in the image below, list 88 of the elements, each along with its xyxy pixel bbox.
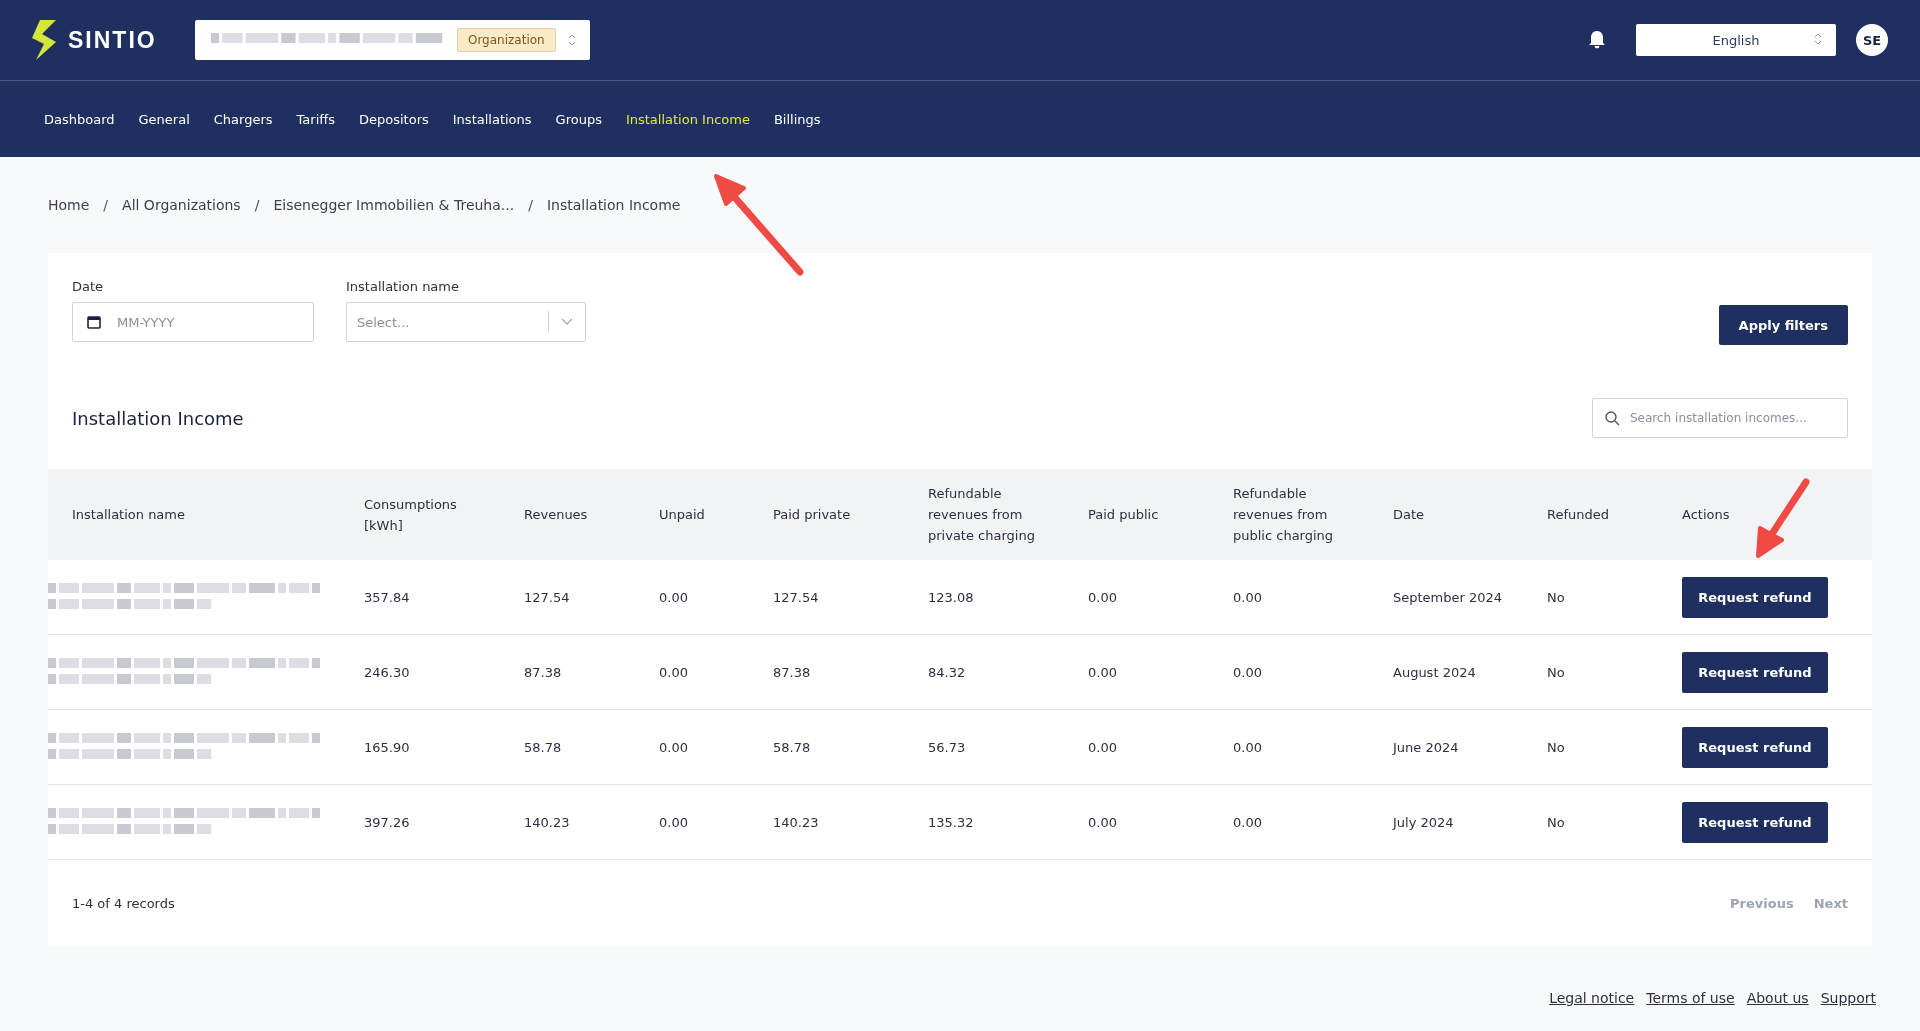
organization-badge: Organization <box>456 28 556 52</box>
breadcrumb-item: Installation Income <box>546 197 681 213</box>
footer-link[interactable]: Support <box>1820 990 1876 1006</box>
table-cell: No <box>1547 739 1565 755</box>
table-cell: 58.78 <box>524 739 562 755</box>
user-avatar[interactable]: SE <box>1856 24 1888 56</box>
table-cell: September 2024 <box>1393 589 1503 605</box>
table-cell: 84.32 <box>928 664 966 680</box>
calendar-icon <box>87 315 101 329</box>
nav-tab[interactable]: Installation Income <box>625 111 750 127</box>
breadcrumb-separator: / <box>528 197 533 213</box>
table-cell: No <box>1547 814 1565 830</box>
chevron-down-icon <box>561 318 573 326</box>
table-cell: 0.00 <box>659 589 688 605</box>
nav-tab[interactable]: Groups <box>555 111 602 127</box>
table-cell: July 2024 <box>1393 814 1454 830</box>
table-cell: 127.54 <box>773 589 819 605</box>
table-cell: 0.00 <box>659 664 688 680</box>
table-cell: 127.54 <box>524 589 570 605</box>
table-cell: 246.30 <box>364 664 410 680</box>
bell-icon[interactable] <box>1588 30 1606 50</box>
table-cell: 56.73 <box>928 739 966 755</box>
table-cell: 0.00 <box>659 739 688 755</box>
footer-link[interactable]: Legal notice <box>1549 990 1635 1006</box>
request-refund-button[interactable]: Request refund <box>1682 726 1828 768</box>
table-cell: 135.32 <box>928 814 974 830</box>
field-label: Date <box>72 279 105 294</box>
table-cell: 0.00 <box>1088 664 1117 680</box>
table-cell: 165.90 <box>364 739 410 755</box>
column-header: Installation name <box>48 469 364 560</box>
table-cell: 0.00 <box>1088 739 1117 755</box>
breadcrumb-separator: / <box>103 197 109 213</box>
request-refund-button[interactable]: Request refund <box>1682 651 1828 693</box>
table-cell: 0.00 <box>1233 739 1262 755</box>
table-cell: 0.00 <box>1088 589 1117 605</box>
column-header: Paid public <box>1088 469 1233 560</box>
table-cell: 87.38 <box>524 664 562 680</box>
nav-tab[interactable]: Dashboard <box>44 111 115 127</box>
organization-selector[interactable]: Organization <box>194 20 590 60</box>
table-cell: 0.00 <box>1233 814 1262 830</box>
request-refund-button[interactable]: Request refund <box>1682 801 1828 843</box>
breadcrumb-item[interactable]: All Organizations <box>122 197 241 213</box>
table-cell: 0.00 <box>659 814 688 830</box>
request-refund-button[interactable]: Request refund <box>1682 576 1828 618</box>
footer-link[interactable]: Terms of use <box>1646 990 1735 1006</box>
breadcrumb-item[interactable]: Home <box>48 197 90 213</box>
updown-icon <box>1814 33 1822 45</box>
search-icon <box>1605 410 1620 426</box>
column-header: Paid private <box>773 469 928 560</box>
column-header: Actions <box>1682 469 1872 560</box>
table-cell: 87.38 <box>773 664 811 680</box>
table-cell: No <box>1547 589 1565 605</box>
nav-tab[interactable]: General <box>138 111 190 127</box>
logo-text: SINTIO <box>68 26 157 54</box>
column-header: Consumptions [kWh] <box>364 469 524 560</box>
column-header: Refunded <box>1547 469 1682 560</box>
nav-tab[interactable]: Billings <box>773 111 821 127</box>
table-cell: 397.26 <box>364 814 410 830</box>
field-label: Installation name <box>346 279 460 294</box>
breadcrumb-item[interactable]: Eisenegger Immobilien & Treuha... <box>273 197 515 213</box>
nav-tab[interactable]: Installations <box>452 111 532 127</box>
nav-tab[interactable]: Chargers <box>213 111 273 127</box>
table-cell: June 2024 <box>1393 739 1459 755</box>
table-cell: 123.08 <box>928 589 974 605</box>
table-cell: 0.00 <box>1233 664 1262 680</box>
section-title: Installation Income <box>72 407 244 429</box>
records-count: 1-4 of 4 records <box>72 895 175 911</box>
logo-icon <box>32 20 58 60</box>
column-header: Refundable revenues from private charging <box>928 469 1088 560</box>
table-cell: 140.23 <box>773 814 819 830</box>
breadcrumb-separator: / <box>254 197 260 213</box>
nav-tab[interactable]: Tariffs <box>296 111 335 127</box>
column-header: Unpaid <box>659 469 773 560</box>
apply-filters-button[interactable]: Apply filters <box>1718 305 1848 345</box>
column-header: Revenues <box>524 469 659 560</box>
table-cell: No <box>1547 664 1565 680</box>
nav-tab[interactable]: Depositors <box>359 111 429 127</box>
table-cell: 140.23 <box>524 814 570 830</box>
language-selector[interactable]: English <box>1636 24 1836 56</box>
footer-link[interactable]: About us <box>1746 990 1809 1006</box>
table-cell: 58.78 <box>773 739 811 755</box>
table-cell: 357.84 <box>364 589 410 605</box>
table-cell: 0.00 <box>1088 814 1117 830</box>
updown-icon <box>567 34 576 46</box>
column-header: Date <box>1393 469 1547 560</box>
table-cell: 0.00 <box>1233 589 1262 605</box>
column-header: Refundable revenues from public charging <box>1233 469 1393 560</box>
table-cell: August 2024 <box>1393 664 1476 680</box>
